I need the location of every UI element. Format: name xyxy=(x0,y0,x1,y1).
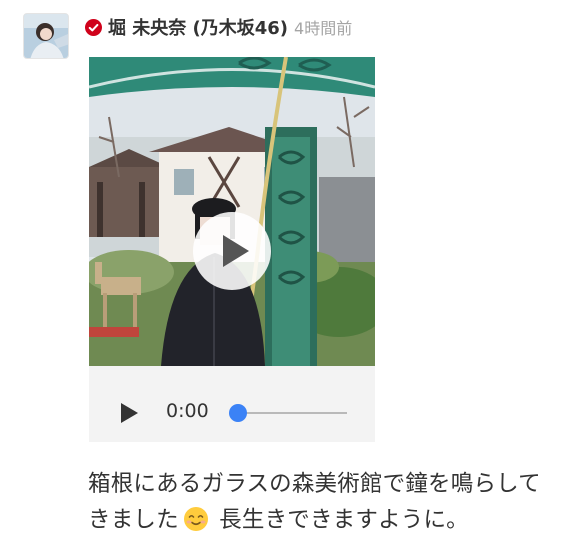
seek-track[interactable] xyxy=(239,412,347,414)
post-timestamp[interactable]: 4時間前 xyxy=(294,15,352,39)
avatar-image xyxy=(24,14,68,58)
video-play-button[interactable] xyxy=(193,212,271,290)
media-controls: 0:00 xyxy=(89,366,375,442)
seek-slider-knob[interactable] xyxy=(229,404,247,422)
post-card: 堀 未央奈 (乃木坂46) 4時間前 0:00 箱根にあるガラスの森美術館で鐘を… xyxy=(0,0,580,552)
verified-badge-icon xyxy=(85,18,102,36)
play-icon xyxy=(223,235,249,267)
post-header: 堀 未央奈 (乃木坂46) 4時間前 xyxy=(85,14,352,40)
playback-time: 0:00 xyxy=(166,400,209,422)
avatar[interactable] xyxy=(23,13,69,59)
caption-text-continued: 長生きできますように。 xyxy=(211,507,469,533)
audio-play-button[interactable] xyxy=(121,403,138,423)
author-name[interactable]: 堀 未央奈 (乃木坂46) xyxy=(108,14,288,40)
video-thumbnail[interactable] xyxy=(89,57,375,366)
video-player[interactable]: 0:00 xyxy=(89,57,375,442)
post-caption: 箱根にあるガラスの森美術館で鐘を鳴らしてきました 長生きできますように。 xyxy=(88,466,558,538)
smiling-face-emoji-icon xyxy=(183,507,208,531)
